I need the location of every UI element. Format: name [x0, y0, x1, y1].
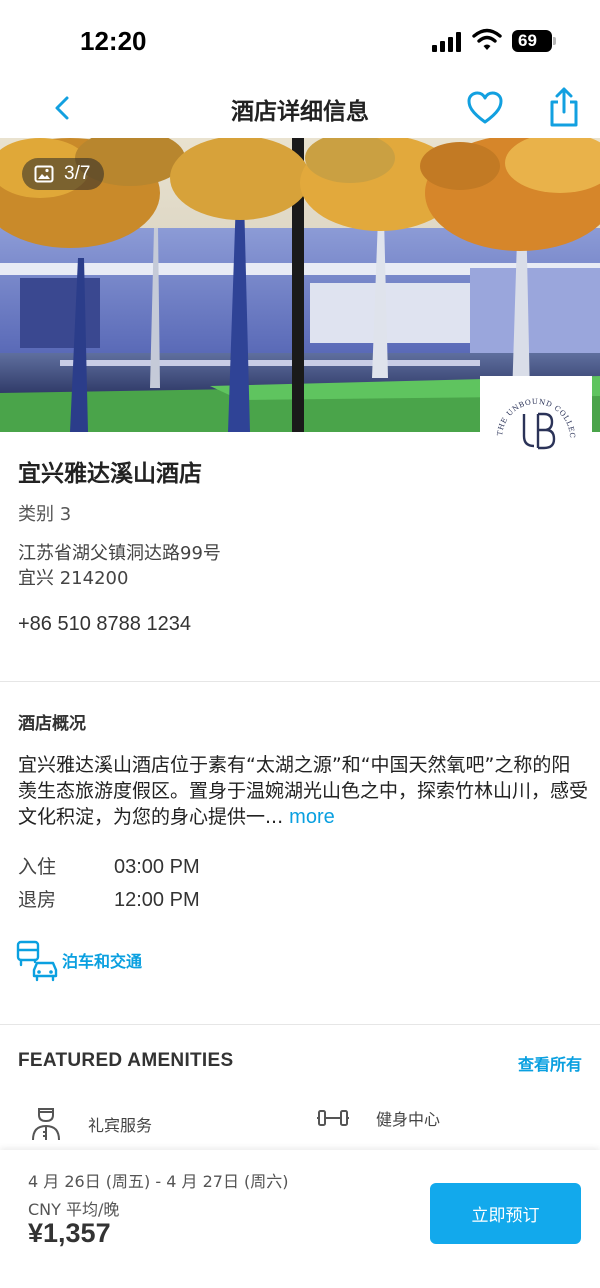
photo-counter: 3/7: [22, 158, 105, 190]
hotel-address[interactable]: 江苏省湖父镇洞达路99号 宜兴 214200: [18, 541, 221, 591]
view-all-amenities-link[interactable]: 查看所有: [518, 1051, 582, 1075]
status-bar: 12:20 69: [0, 0, 600, 80]
checkin-label: 入住: [18, 856, 57, 878]
dumbbell-icon: [317, 1110, 349, 1126]
more-link[interactable]: more: [289, 806, 335, 828]
share-button[interactable]: [546, 86, 582, 128]
booking-bar: 4 月 26日 (周五) - 4 月 27日 (周六) CNY 平均/晚 ¥1,…: [0, 1150, 600, 1288]
divider: [0, 1024, 600, 1025]
parking-transport-label: 泊车和交通: [62, 952, 143, 971]
bus-car-icon: [16, 940, 58, 982]
checkout-label: 退房: [18, 889, 57, 911]
amenity-item: 健身中心: [316, 1106, 440, 1130]
page-title: 酒店详细信息: [231, 99, 369, 125]
battery-icon: 69: [512, 30, 556, 52]
concierge-icon: [32, 1108, 60, 1141]
amenity-label: 礼宾服务: [88, 1116, 153, 1135]
checkin-row: 入住 03:00 PM: [18, 852, 200, 879]
battery-level: 69: [512, 30, 552, 52]
parking-transport-link[interactable]: 泊车和交通: [16, 938, 142, 982]
nightly-price: ¥1,357: [28, 1218, 111, 1248]
checkin-time: 03:00 PM: [114, 856, 200, 878]
photo-counter-text: 3/7: [64, 163, 91, 184]
brand-logo: THE UNBOUND COLLECTION BY HYATT: [476, 369, 592, 488]
overview-heading: 酒店概况: [18, 714, 86, 734]
status-time: 12:20: [80, 26, 147, 56]
hotel-name: 宜兴雅达溪山酒店: [18, 461, 202, 487]
brand-logo-text: THE UNBOUND COLLECTION BY HYATT: [476, 369, 576, 439]
cellular-signal-icon: [432, 32, 464, 52]
nav-bar: 酒店详细信息: [0, 80, 600, 138]
checkout-time: 12:00 PM: [114, 889, 200, 911]
address-line-2: 宜兴 214200: [18, 568, 129, 589]
wifi-icon: [472, 28, 502, 52]
address-line-1: 江苏省湖父镇洞达路99号: [18, 543, 221, 564]
favorite-button[interactable]: [466, 90, 504, 128]
image-icon: [34, 165, 54, 183]
amenity-label: 健身中心: [376, 1110, 441, 1129]
stay-dates[interactable]: 4 月 26日 (周五) - 4 月 27日 (周六): [28, 1168, 289, 1192]
price-unit: CNY 平均/晚: [28, 1200, 120, 1219]
amenities-heading: FEATURED AMENITIES: [18, 1050, 234, 1071]
hotel-phone-link[interactable]: +86 510 8788 1234: [18, 613, 191, 636]
divider: [0, 681, 600, 682]
svg-text:THE UNBOUND COLLECTION BY HYAT: THE UNBOUND COLLECTION BY HYATT: [480, 376, 577, 439]
heart-icon: [467, 91, 503, 124]
checkout-row: 退房 12:00 PM: [18, 885, 200, 912]
hotel-category: 类别 3: [18, 504, 72, 525]
share-icon: [550, 87, 578, 127]
amenity-item: 礼宾服务: [30, 1106, 152, 1142]
overview-description: 宜兴雅达溪山酒店位于素有“太湖之源”和“中国天然氧吧”之称的阳羡生态旅游度假区。…: [18, 752, 588, 830]
book-now-button[interactable]: 立即预订: [430, 1183, 581, 1244]
